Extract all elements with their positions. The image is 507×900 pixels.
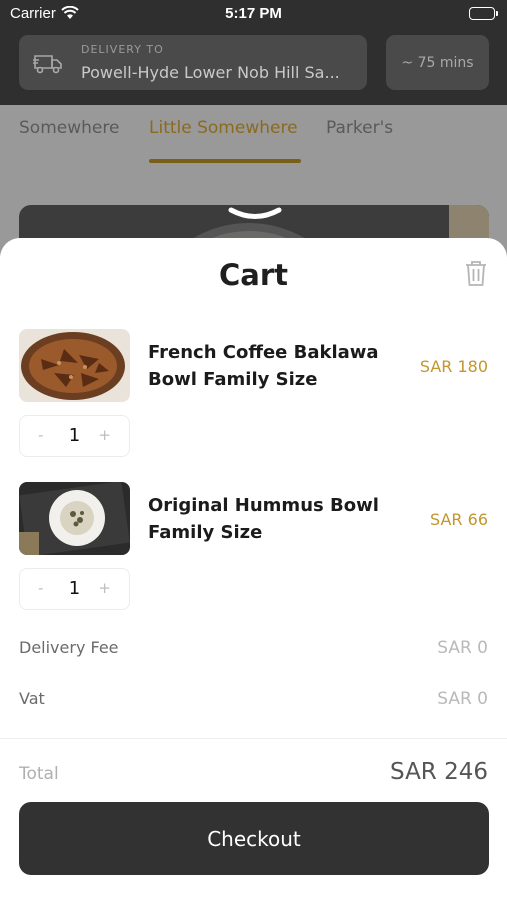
vat-row: Vat SAR 0 <box>19 689 488 713</box>
vat-value: SAR 0 <box>437 689 488 709</box>
total-label: Total <box>19 764 59 784</box>
quantity-stepper-baklawa: - 1 + <box>19 415 130 457</box>
category-tabs: Somewhere Little Somewhere Parker's <box>0 105 507 167</box>
truck-icon <box>33 51 63 79</box>
battery-icon <box>469 7 498 20</box>
delivery-address-selector[interactable]: DELIVERY TO Powell-Hyde Lower Nob Hill S… <box>19 35 367 90</box>
delivery-address: Powell-Hyde Lower Nob Hill Sa... <box>81 63 340 82</box>
vat-label: Vat <box>19 689 45 708</box>
item-name-hummus: Original Hummus Bowl Family Size <box>148 495 379 543</box>
item-price-hummus: SAR 66 <box>430 510 488 529</box>
quantity-value: 1 <box>68 425 81 446</box>
quantity-stepper-hummus: - 1 + <box>19 568 130 610</box>
active-tab-indicator <box>149 159 301 163</box>
quantity-value: 1 <box>68 578 81 599</box>
trash-icon[interactable] <box>464 260 488 291</box>
item-image-baklawa <box>19 329 130 402</box>
chevron-down-icon[interactable] <box>227 206 283 225</box>
cart-title: Cart <box>218 258 289 292</box>
tab-somewhere[interactable]: Somewhere <box>19 118 119 138</box>
clock: 5:17 PM <box>225 5 282 22</box>
delivery-fee-label: Delivery Fee <box>19 638 119 657</box>
delivery-label: DELIVERY TO <box>81 43 164 56</box>
delivery-fee-row: Delivery Fee SAR 0 <box>19 638 488 662</box>
delivery-fee-value: SAR 0 <box>437 638 488 658</box>
tab-parkers[interactable]: Parker's <box>326 118 393 138</box>
status-bar: Carrier 5:17 PM <box>0 0 507 30</box>
item-image-hummus <box>19 482 130 555</box>
checkout-button[interactable]: Checkout <box>19 802 489 875</box>
increment-button[interactable]: + <box>98 579 111 597</box>
divider <box>0 738 507 739</box>
increment-button[interactable]: + <box>98 426 111 444</box>
item-name-baklawa: French Coffee Baklawa Bowl Family Size <box>148 342 379 390</box>
item-price-baklawa: SAR 180 <box>419 357 488 376</box>
cart-sheet: Cart French Coffee Baklawa Bowl Family S… <box>0 238 507 900</box>
total-value: SAR 246 <box>390 759 488 785</box>
tab-little-somewhere[interactable]: Little Somewhere <box>149 118 298 138</box>
eta-badge[interactable]: ~ 75 mins <box>386 35 489 90</box>
